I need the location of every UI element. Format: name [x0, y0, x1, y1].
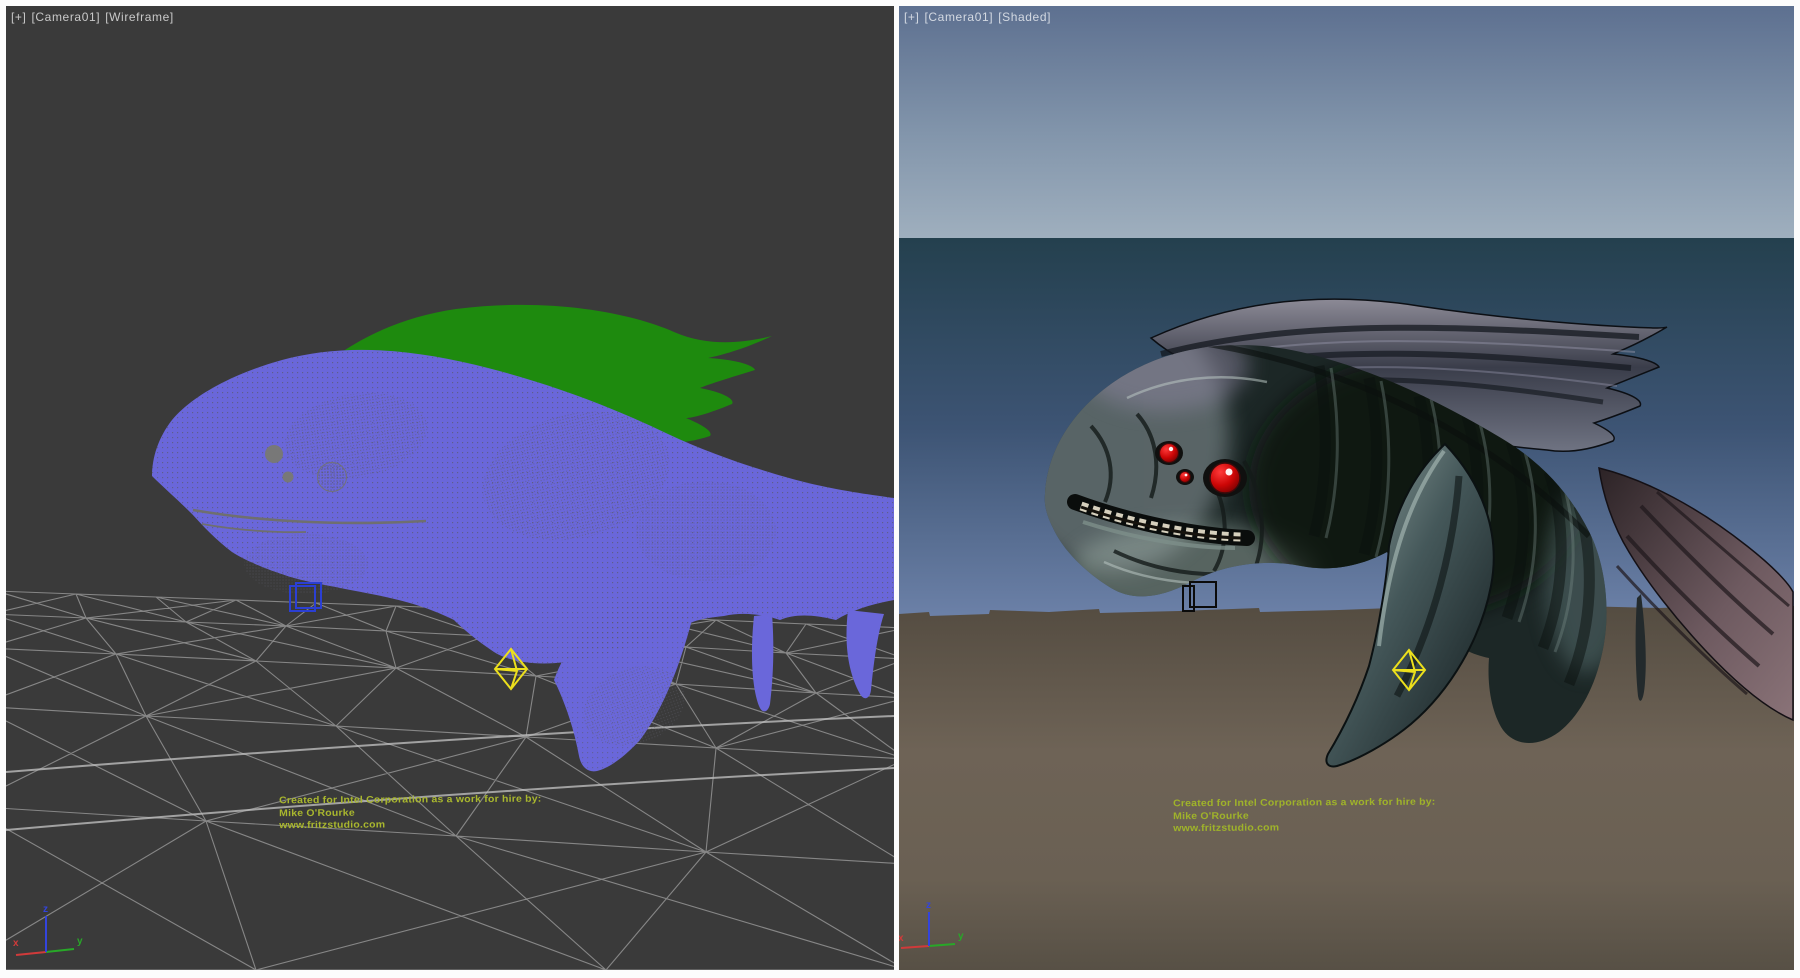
eye-highlight — [1169, 447, 1173, 451]
axis-x-label: x — [13, 938, 19, 949]
viewport-camera-label[interactable]: [Camera01] — [924, 10, 993, 24]
sky-background — [899, 6, 1794, 238]
eye-highlight — [1185, 474, 1188, 477]
red-eye-large — [1210, 463, 1240, 493]
eye-highlight — [1226, 469, 1233, 476]
viewport-label-bar: [+] [Camera01] [Wireframe] — [11, 10, 174, 24]
red-eye-medium — [1160, 444, 1179, 463]
viewport-shading-label[interactable]: [Shaded] — [998, 10, 1051, 24]
wireframe-fish-model[interactable] — [152, 305, 894, 771]
credit-text: Created for Intel Corporation as a work … — [1173, 796, 1436, 835]
viewport-menu-button[interactable]: [+] — [11, 10, 26, 24]
wireframe-rear-lobe — [752, 610, 884, 711]
wireframe-eye-spot-small — [283, 472, 294, 483]
credit-line-3: www.fritzstudio.com — [279, 818, 542, 832]
credit-text: Created for Intel Corporation as a work … — [279, 793, 542, 832]
viewport-label-bar: [+] [Camera01] [Shaded] — [904, 10, 1051, 24]
axis-z-label: z — [926, 900, 931, 911]
wireframe-eye-spot — [265, 445, 283, 463]
credit-line-1: Created for Intel Corporation as a work … — [279, 793, 542, 807]
viewport-menu-button[interactable]: [+] — [904, 10, 919, 24]
viewport-camera-label[interactable]: [Camera01] — [31, 10, 100, 24]
credit-line-1: Created for Intel Corporation as a work … — [1173, 796, 1436, 810]
sand-ground[interactable] — [899, 605, 1794, 970]
red-eye-small — [1180, 472, 1191, 483]
viewport-shading-label[interactable]: [Wireframe] — [105, 10, 174, 24]
viewport-shaded[interactable]: x y z [+] [Camera01] [Shaded] Created fo… — [899, 6, 1794, 970]
viewport-split-layout: x y z [+] [Camera01] [Wireframe] Created… — [0, 0, 1800, 978]
axis-x-label: x — [899, 933, 904, 944]
axis-y-label: y — [958, 931, 964, 942]
viewport-wireframe[interactable]: x y z [+] [Camera01] [Wireframe] Created… — [6, 6, 894, 970]
wireframe-eye-spot-large — [318, 463, 347, 492]
axis-y-label: y — [77, 936, 83, 947]
credit-line-3: www.fritzstudio.com — [1173, 821, 1436, 835]
axis-z-label: z — [43, 904, 48, 915]
